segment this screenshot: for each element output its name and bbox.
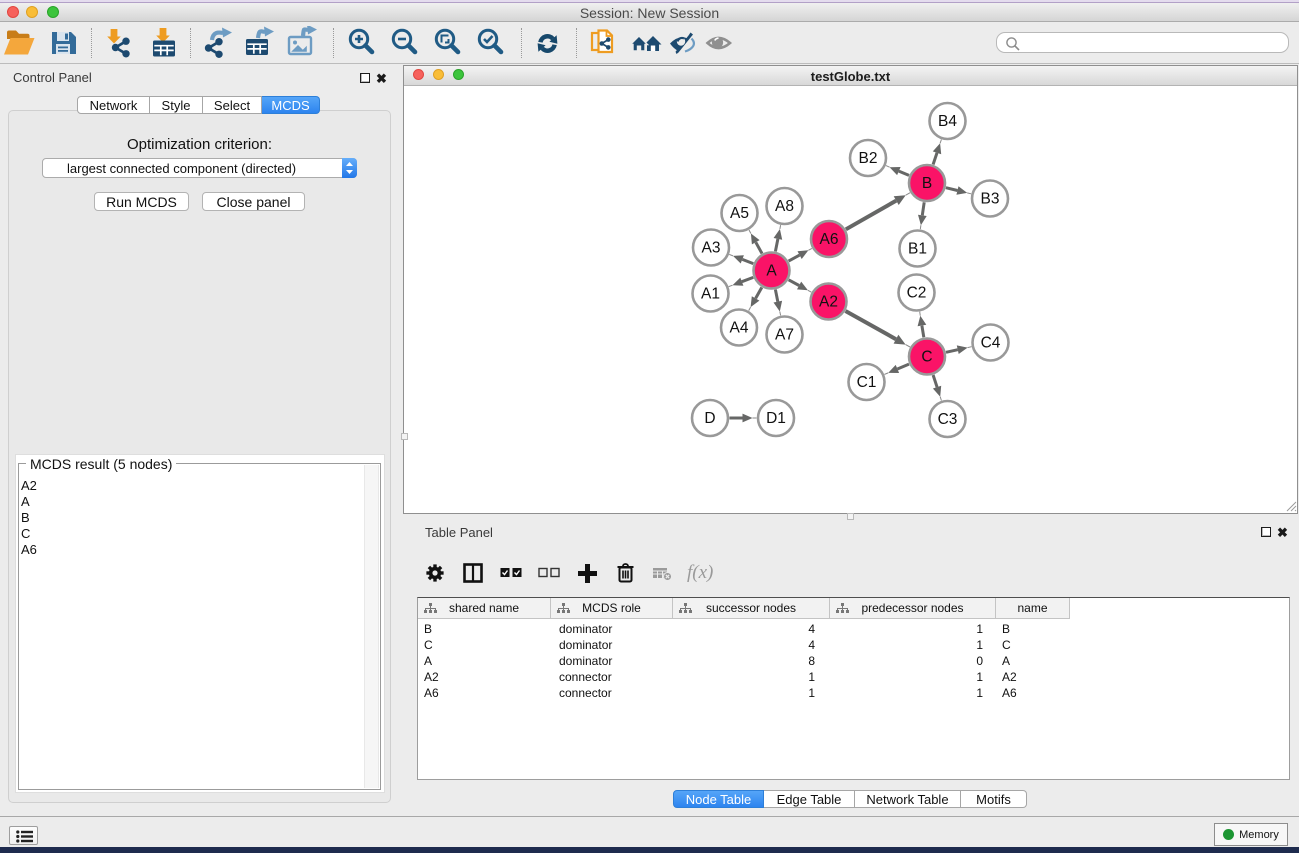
svg-text:C3: C3 [938, 411, 958, 428]
svg-text:B2: B2 [859, 150, 878, 167]
svg-text:C2: C2 [907, 285, 927, 302]
svg-text:A: A [766, 263, 777, 280]
svg-text:A2: A2 [819, 294, 838, 311]
svg-text:A6: A6 [820, 231, 839, 248]
svg-text:A3: A3 [702, 240, 721, 257]
svg-text:D1: D1 [766, 410, 786, 427]
svg-text:C: C [921, 349, 932, 366]
svg-text:C1: C1 [857, 374, 877, 391]
svg-text:A1: A1 [701, 286, 720, 303]
svg-text:A7: A7 [775, 327, 794, 344]
svg-text:B4: B4 [938, 113, 957, 130]
svg-text:B: B [922, 175, 932, 192]
svg-text:B3: B3 [981, 191, 1000, 208]
svg-text:A8: A8 [775, 198, 794, 215]
svg-text:A4: A4 [730, 320, 749, 337]
svg-text:C4: C4 [981, 335, 1001, 352]
svg-text:B1: B1 [908, 241, 927, 258]
svg-text:A5: A5 [730, 205, 749, 222]
svg-text:D: D [704, 410, 715, 427]
